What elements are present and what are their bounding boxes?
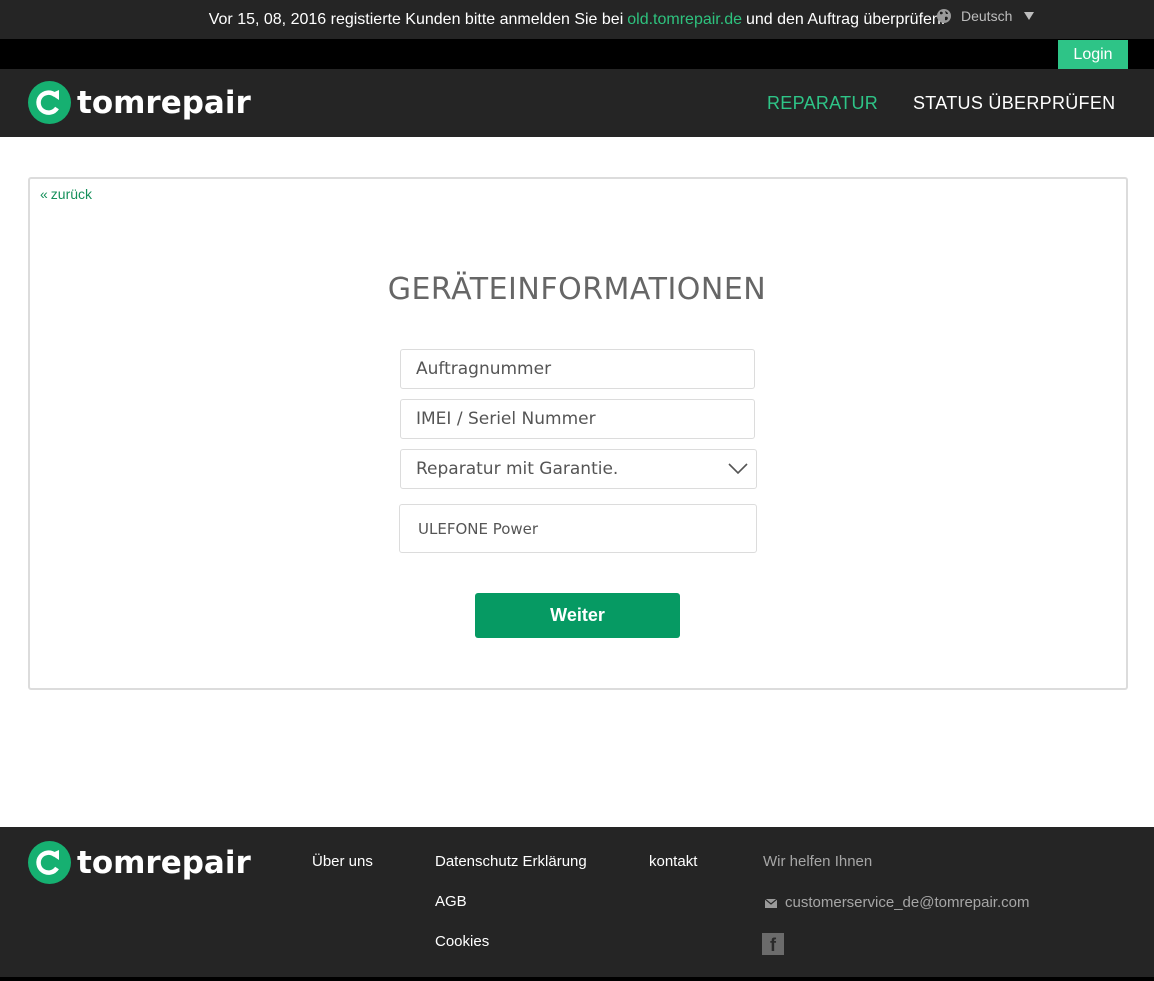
footer-link-ueber-uns[interactable]: Über uns <box>312 853 373 870</box>
notice-link[interactable]: old.tomrepair.de <box>627 11 742 29</box>
header-logo[interactable]: tomrepair <box>28 81 251 124</box>
footer-link-cookies[interactable]: Cookies <box>435 933 489 950</box>
repair-type-select[interactable]: Reparatur mit Garantie. <box>400 449 757 489</box>
login-button[interactable]: Login <box>1058 40 1128 70</box>
repair-type-value: Reparatur mit Garantie. <box>416 459 619 479</box>
imei-serial-input[interactable] <box>400 399 755 439</box>
globe-icon <box>937 9 951 23</box>
language-selector[interactable]: Deutsch <box>936 8 1035 24</box>
page-title: GERÄTEINFORMATIONEN <box>387 272 767 307</box>
footer-bottom-strip <box>0 977 1154 981</box>
footer-link-datenschutz[interactable]: Datenschutz Erklärung <box>435 853 587 870</box>
chevron-down-icon <box>728 463 748 475</box>
nav-reparatur[interactable]: REPARATUR <box>767 93 878 114</box>
site-header: tomrepair REPARATUR STATUS ÜBERPRÜFEN <box>0 69 1154 137</box>
nav-status-ueberpruefen[interactable]: STATUS ÜBERPRÜFEN <box>913 93 1115 114</box>
device-model-input[interactable] <box>399 504 757 553</box>
footer-logo[interactable]: tomrepair <box>28 841 251 884</box>
help-heading: Wir helfen Ihnen <box>763 853 873 870</box>
notice-text-before: Vor 15, 08, 2016 registierte Kunden bitt… <box>208 10 624 28</box>
footer-link-kontakt[interactable]: kontakt <box>649 853 697 870</box>
facebook-icon[interactable]: f <box>762 933 784 955</box>
brand-name: tomrepair <box>77 84 251 121</box>
back-link[interactable]: « zurück <box>40 186 92 202</box>
refresh-logo-icon <box>28 81 71 124</box>
notice-text-after: und den Auftrag überprüfen. <box>745 10 946 28</box>
order-number-input[interactable] <box>400 349 755 389</box>
weiter-button[interactable]: Weiter <box>475 593 680 638</box>
language-label: Deutsch <box>961 8 1013 24</box>
caret-down-icon <box>1024 12 1035 20</box>
refresh-logo-icon <box>28 841 71 884</box>
support-email-link[interactable]: customerservice_de@tomrepair.com <box>785 894 1029 911</box>
footer-brand-name: tomrepair <box>77 844 251 881</box>
mail-icon <box>765 899 777 908</box>
utility-bar <box>0 39 1154 69</box>
double-chevron-left-icon: « <box>40 186 48 202</box>
footer-link-agb[interactable]: AGB <box>435 893 467 910</box>
back-label: zurück <box>50 186 93 202</box>
